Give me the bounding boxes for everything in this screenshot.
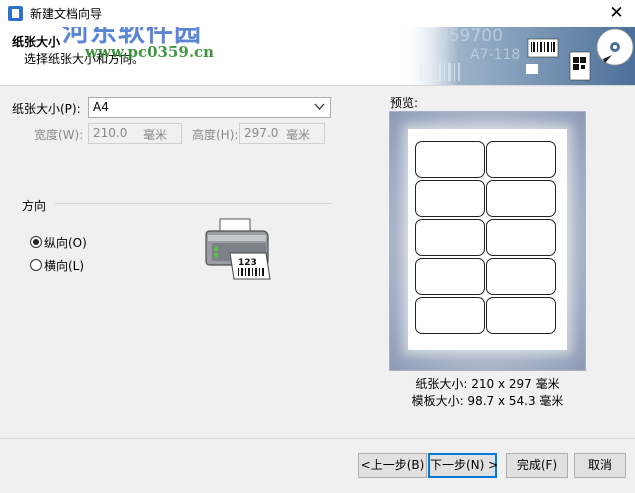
preview-label-cell (415, 297, 485, 334)
printer-orientation-icon: 123 (205, 218, 271, 280)
preview-label-cell (415, 141, 485, 178)
orientation-divider (55, 203, 332, 204)
label-size-info: 模板大小: 98.7 x 54.3 毫米 (411, 394, 564, 408)
svg-text:A7-118: A7-118 (470, 47, 520, 63)
paper-size-value: A4 (93, 100, 109, 114)
orientation-group-title: 方向 (22, 199, 47, 213)
paper-size-label: 纸张大小(P): (12, 102, 81, 116)
height-input[interactable]: 297.0 毫米 (239, 123, 325, 144)
app-icon (8, 6, 23, 21)
window-title: 新建文档向导 (30, 7, 103, 21)
preview-label: 预览: (390, 96, 419, 110)
watermark-url: www.pc0359.cn (85, 43, 215, 61)
width-label: 宽度(W): (34, 128, 84, 142)
preview-label-cell (415, 180, 485, 217)
chevron-down-icon (314, 101, 325, 115)
title-bar: 新建文档向导 ✕ (0, 0, 635, 27)
height-label: 高度(H): (192, 128, 239, 142)
preview-panel (389, 111, 586, 371)
cancel-button[interactable]: 取消 (574, 453, 626, 478)
preview-page (408, 129, 567, 350)
preview-label-cell (486, 180, 556, 217)
preview-label-cell (415, 219, 485, 256)
width-value: 210.0 (93, 126, 128, 140)
close-icon[interactable]: ✕ (598, 0, 635, 27)
footer-divider (0, 438, 635, 439)
header-banner-image: 359700 A7-118 (400, 27, 635, 85)
preview-label-cell (415, 258, 485, 295)
paper-size-info: 纸张大小: 210 x 297 毫米 (415, 377, 560, 391)
paper-size-dropdown[interactable]: A4 (88, 97, 331, 118)
next-button[interactable]: 下一步(N) > (428, 453, 498, 478)
preview-label-cell (486, 141, 556, 178)
wizard-header: 359700 A7-118 纸张大小 选择纸张大小和方向。 河东软件园 www.… (0, 27, 635, 86)
back-button[interactable]: <上一步(B) (358, 453, 427, 478)
preview-label-cell (486, 219, 556, 256)
width-input[interactable]: 210.0 毫米 (88, 123, 182, 144)
portrait-radio[interactable] (30, 236, 42, 248)
height-value: 297.0 (244, 126, 279, 140)
svg-text:359700: 359700 (438, 27, 503, 46)
width-unit: 毫米 (142, 128, 167, 142)
header-title: 纸张大小 (12, 35, 61, 49)
preview-label-cell (486, 297, 556, 334)
finish-button[interactable]: 完成(F) (506, 453, 568, 478)
landscape-radio[interactable] (30, 259, 42, 271)
preview-label-cell (486, 258, 556, 295)
svg-text:123: 123 (238, 258, 257, 268)
height-unit: 毫米 (285, 128, 310, 142)
landscape-radio-label[interactable]: 横向(L) (44, 257, 84, 274)
portrait-radio-label[interactable]: 纵向(O) (44, 234, 87, 251)
